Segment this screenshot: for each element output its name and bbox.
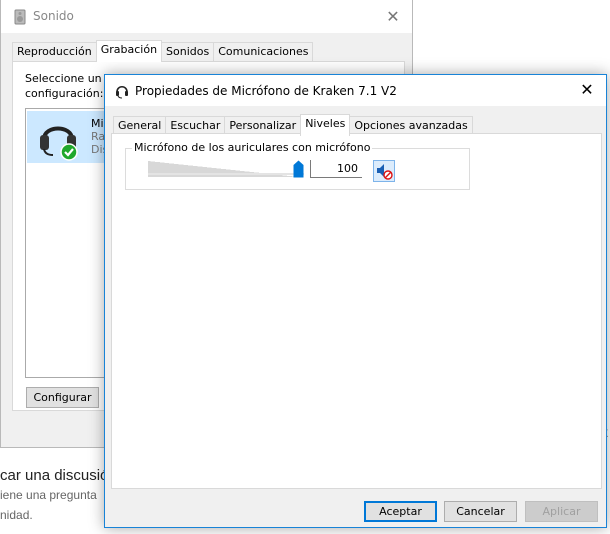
list-item-microphone[interactable]: Mi Ra Dis: [27, 111, 108, 163]
slider-thumb[interactable]: [293, 160, 304, 178]
tab-grabacion[interactable]: Grabación: [95, 40, 163, 62]
close-button[interactable]: ✕: [574, 77, 600, 103]
cancel-button[interactable]: Cancelar: [444, 501, 517, 522]
level-value-input[interactable]: 100: [310, 160, 362, 178]
device-list[interactable]: Mi Ra Dis: [25, 108, 108, 378]
properties-title: Propiedades de Micrófono de Kraken 7.1 V…: [135, 84, 397, 98]
speaker-device-icon: [14, 9, 26, 25]
close-icon: ✕: [580, 80, 594, 99]
level-slider[interactable]: [148, 159, 304, 179]
instruction-line: Seleccione un d: [25, 72, 113, 85]
microphone-properties-dialog: Propiedades de Micrófono de Kraken 7.1 V…: [104, 74, 607, 528]
speaker-muted-icon: [377, 164, 393, 180]
ok-button[interactable]: Aceptar: [364, 501, 437, 522]
background-text-line: nidad.: [0, 508, 33, 522]
instruction-text: Seleccione un d configuración:: [25, 71, 112, 101]
configure-button[interactable]: Configurar: [26, 387, 99, 408]
sound-tabs: Reproducción Grabación Sonidos Comunicac…: [12, 40, 314, 62]
apply-button[interactable]: Aplicar: [525, 501, 598, 522]
headset-icon: [116, 85, 128, 99]
tab-reproduccion[interactable]: Reproducción: [12, 42, 97, 62]
tab-niveles[interactable]: Niveles: [300, 114, 351, 136]
tab-sonidos[interactable]: Sonidos: [161, 42, 215, 62]
close-icon: ✕: [386, 7, 400, 26]
sound-title: Sonido: [33, 9, 74, 23]
slider-track: [148, 173, 304, 175]
levels-panel: Micrófono de los auriculares con micrófo…: [111, 133, 602, 489]
instruction-line: configuración:: [25, 87, 104, 100]
tab-comunicaciones[interactable]: Comunicaciones: [213, 42, 314, 62]
headset-icon: [40, 126, 78, 161]
properties-titlebar[interactable]: Propiedades de Micrófono de Kraken 7.1 V…: [105, 75, 606, 106]
background-text-line: iene una pregunta: [0, 488, 97, 502]
microphone-level-group: Micrófono de los auriculares con micrófo…: [125, 141, 470, 190]
sound-titlebar[interactable]: Sonido ✕: [1, 0, 412, 33]
background-heading: car una discusió: [0, 467, 109, 484]
close-button[interactable]: ✕: [380, 4, 406, 30]
mute-button[interactable]: [373, 160, 395, 182]
group-label: Micrófono de los auriculares con micrófo…: [132, 141, 373, 154]
